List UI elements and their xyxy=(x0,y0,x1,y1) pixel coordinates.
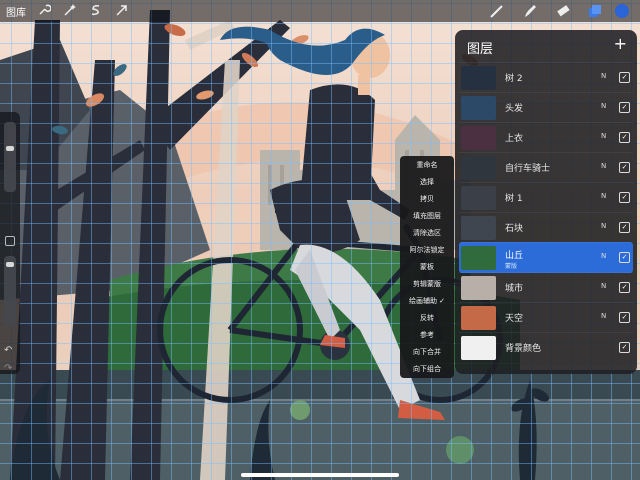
layer-thumbnail[interactable] xyxy=(461,246,496,270)
layer-name: 树 2 xyxy=(505,74,523,84)
layer-row[interactable]: 背景颜色 ✓ xyxy=(459,332,633,363)
layer-row[interactable]: 天空 N ✓ xyxy=(459,302,633,333)
selection-icon[interactable] xyxy=(88,3,104,19)
menu-item[interactable]: 填充图层 xyxy=(400,208,454,225)
redo-icon[interactable]: ↷ xyxy=(4,363,12,374)
layers-panel: 图层 + 树 2 N ✓ 头发 N ✓ 上衣 N ✓ 自行车骑士 N ✓ 树 1 N ✓ 石块 N ✓ 山丘蒙版 N ✓… xyxy=(455,30,637,374)
layer-blend-mode[interactable]: N xyxy=(601,162,606,170)
layer-row[interactable]: 树 2 N ✓ xyxy=(459,62,633,93)
layer-visibility-checkbox[interactable]: ✓ xyxy=(619,72,630,83)
menu-item[interactable]: 向下组合 xyxy=(400,361,454,378)
layer-thumbnail[interactable] xyxy=(461,126,496,150)
undo-icon[interactable]: ↶ xyxy=(4,345,12,356)
layer-options-menu: 重命名 选择 拷贝 填充图层 清除选区 阿尔法锁定 蒙板 剪辑蒙版 绘画辅助 ✓ 反转 参考 向下合并… xyxy=(400,156,454,378)
magic-wand-icon[interactable] xyxy=(62,3,78,19)
layer-blend-mode[interactable]: N xyxy=(601,102,606,110)
layer-visibility-checkbox[interactable]: ✓ xyxy=(619,102,630,113)
layer-blend-mode[interactable]: N xyxy=(601,312,606,320)
opacity-thumb[interactable] xyxy=(6,262,14,267)
layer-name: 头发 xyxy=(505,104,524,114)
canvas-area[interactable]: 图库 ↶ ↷ 图层 + 树 2 N ✓ 头发 N ✓ 上衣 N ✓ 自行车骑士 … xyxy=(0,0,640,480)
layer-name: 背景颜色 xyxy=(505,344,542,354)
modify-button[interactable] xyxy=(5,236,15,246)
layer-visibility-checkbox[interactable]: ✓ xyxy=(619,312,630,323)
brush-size-slider[interactable] xyxy=(4,122,16,192)
layer-name: 天空 xyxy=(505,314,524,324)
left-sidebar: ↶ ↷ xyxy=(0,112,20,374)
layer-mask-label: 蒙版 xyxy=(505,263,518,270)
menu-item[interactable]: 反转 xyxy=(400,310,454,327)
layer-row[interactable]: 自行车骑士 N ✓ xyxy=(459,152,633,183)
eraser-icon[interactable] xyxy=(555,3,571,19)
smudge-icon[interactable] xyxy=(522,3,538,19)
layer-visibility-checkbox[interactable]: ✓ xyxy=(619,192,630,203)
layer-blend-mode[interactable]: N xyxy=(601,252,606,260)
menu-item[interactable]: 参考 xyxy=(400,327,454,344)
layer-row[interactable]: 山丘蒙版 N ✓ xyxy=(459,242,633,273)
home-indicator[interactable] xyxy=(241,473,399,477)
layer-visibility-checkbox[interactable]: ✓ xyxy=(619,222,630,233)
layer-row[interactable]: 上衣 N ✓ xyxy=(459,122,633,153)
layer-name: 石块 xyxy=(505,224,524,234)
layer-visibility-checkbox[interactable]: ✓ xyxy=(619,342,630,353)
layers-icon[interactable] xyxy=(587,3,603,19)
layer-blend-mode[interactable]: N xyxy=(601,222,606,230)
menu-item[interactable]: 重命名 xyxy=(400,157,454,174)
layer-name: 山丘 xyxy=(505,251,524,261)
layer-name: 树 1 xyxy=(505,194,523,204)
gallery-button[interactable]: 图库 xyxy=(6,4,26,19)
opacity-slider[interactable] xyxy=(4,256,16,326)
menu-item[interactable]: 向下合并 xyxy=(400,344,454,361)
layer-visibility-checkbox[interactable]: ✓ xyxy=(619,282,630,293)
menu-item[interactable]: 绘画辅助 ✓ xyxy=(400,293,454,310)
top-toolbar: 图库 xyxy=(0,0,640,22)
layer-blend-mode[interactable]: N xyxy=(601,192,606,200)
layer-name: 自行车骑士 xyxy=(505,164,551,174)
menu-item[interactable]: 拷贝 xyxy=(400,191,454,208)
bush xyxy=(446,436,474,464)
menu-item[interactable]: 清除选区 xyxy=(400,225,454,242)
add-layer-button[interactable]: + xyxy=(614,34,627,53)
layer-thumbnail[interactable] xyxy=(461,156,496,180)
layer-row[interactable]: 石块 N ✓ xyxy=(459,212,633,243)
brush-icon[interactable] xyxy=(489,3,505,19)
menu-item[interactable]: 剪辑蒙版 xyxy=(400,276,454,293)
layer-thumbnail[interactable] xyxy=(461,336,496,360)
layer-thumbnail[interactable] xyxy=(461,96,496,120)
layer-thumbnail[interactable] xyxy=(461,186,496,210)
layer-row[interactable]: 城市 N ✓ xyxy=(459,272,633,303)
layer-row[interactable]: 树 1 N ✓ xyxy=(459,182,633,213)
layer-thumbnail[interactable] xyxy=(461,66,496,90)
bush xyxy=(290,400,310,420)
menu-item[interactable]: 阿尔法锁定 xyxy=(400,242,454,259)
layer-thumbnail[interactable] xyxy=(461,306,496,330)
layer-thumbnail[interactable] xyxy=(461,276,496,300)
layer-blend-mode[interactable]: N xyxy=(601,72,606,80)
menu-item[interactable]: 蒙板 xyxy=(400,259,454,276)
layer-blend-mode[interactable]: N xyxy=(601,282,606,290)
layer-name: 城市 xyxy=(505,284,524,294)
layer-visibility-checkbox[interactable]: ✓ xyxy=(619,162,630,173)
layer-row[interactable]: 头发 N ✓ xyxy=(459,92,633,123)
layer-blend-mode[interactable]: N xyxy=(601,132,606,140)
brush-size-thumb[interactable] xyxy=(6,146,14,151)
layer-thumbnail[interactable] xyxy=(461,216,496,240)
layers-panel-title: 图层 xyxy=(467,42,494,57)
transform-arrow-icon[interactable] xyxy=(114,3,130,19)
layer-visibility-checkbox[interactable]: ✓ xyxy=(619,132,630,143)
wrench-icon[interactable] xyxy=(36,3,52,19)
color-icon[interactable] xyxy=(614,3,630,19)
menu-item[interactable]: 选择 xyxy=(400,174,454,191)
layer-name: 上衣 xyxy=(505,134,524,144)
layer-visibility-checkbox[interactable]: ✓ xyxy=(619,252,630,263)
